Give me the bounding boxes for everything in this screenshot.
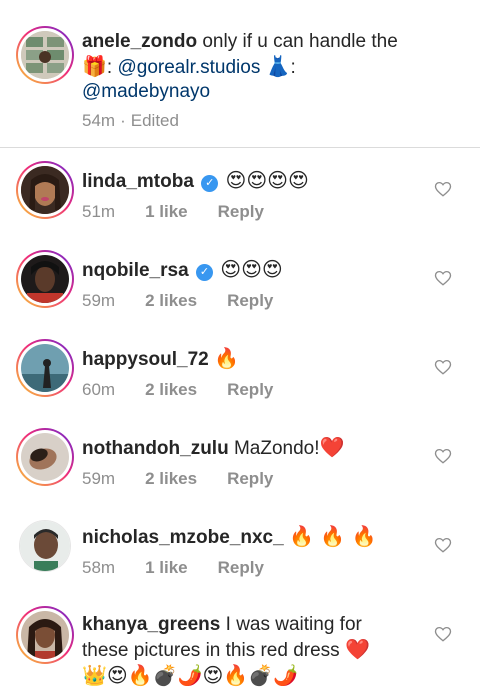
red-heart-icon: ❤️ [319,435,345,459]
avatar[interactable] [16,428,74,486]
caption-avatar[interactable] [16,26,74,84]
gift-icon: 🎁 [82,54,107,78]
heart-outline-icon[interactable] [434,625,452,643]
comment-text: linda_mtoba ✓ 😍😍😍😍 [82,168,412,194]
comment-time: 60m [82,380,116,399]
comment-meta: 51m 1 like Reply [82,202,294,222]
caption-text: anele_zondo only if u can handle the 🎁: … [82,30,412,104]
reply-button[interactable]: Reply [227,469,273,489]
comment-username[interactable]: happysoul_72 [82,349,209,370]
comment-text: nicholas_mzobe_nxc_ 🔥 🔥 🔥 [82,524,412,550]
comment-username[interactable]: nqobile_rsa [82,260,189,281]
dress-icon: 👗 [265,54,291,78]
caption-meta: 54m · Edited [82,111,179,131]
reply-button[interactable]: Reply [218,202,264,222]
fire-icon: 🔥 🔥 🔥 [288,524,377,548]
caption-time: 54m [82,111,116,130]
likes-count[interactable]: 2 likes [145,469,197,489]
comment-meta: 59m 2 likes Reply [82,291,303,311]
fire-icon: 🔥 [214,346,239,370]
edited-label: Edited [130,111,179,130]
verified-badge-icon: ✓ [195,264,213,281]
heart-outline-icon[interactable] [434,536,452,554]
reply-button[interactable]: Reply [227,380,273,400]
mention-madebynayo[interactable]: @madebynayo [82,81,210,102]
comment-text: khanya_greens I was waiting for these pi… [82,613,412,689]
comment-text: happysoul_72 🔥 [82,346,412,372]
red-heart-icon: ❤️ [344,637,370,661]
comment-body: 😍😍😍😍 [225,168,309,192]
emoji-line: 👑😍🔥💣🌶️😍🔥💣🌶️ [82,663,299,687]
heart-outline-icon[interactable] [434,447,452,465]
heart-outline-icon[interactable] [434,180,452,198]
post-caption: anele_zondo only if u can handle the 🎁: … [0,0,480,148]
likes-count[interactable]: 2 likes [145,380,197,400]
avatar[interactable] [19,520,71,572]
reply-button[interactable]: Reply [227,291,273,311]
comment-time: 58m [82,558,116,577]
comment-time: 51m [82,202,116,221]
comment-text: nothandoh_zulu MaZondo!❤️ [82,435,412,461]
heart-outline-icon[interactable] [434,358,452,376]
avatar[interactable] [16,606,74,664]
verified-badge-icon: ✓ [201,175,219,192]
comment-time: 59m [82,291,116,310]
comment-text: nqobile_rsa ✓ 😍😍😍 [82,257,412,283]
separator: · [120,111,126,130]
comment-username[interactable]: linda_mtoba [82,171,194,192]
comment-meta: 59m 2 likes Reply [82,469,303,489]
comment-meta: 60m 2 likes Reply [82,380,303,400]
likes-count[interactable]: 2 likes [145,291,197,311]
likes-count[interactable]: 1 like [145,558,188,578]
heart-outline-icon[interactable] [434,269,452,287]
avatar[interactable] [16,250,74,308]
avatar[interactable] [16,339,74,397]
comment-body: 😍😍😍 [220,257,283,281]
comment-username[interactable]: nothandoh_zulu [82,438,229,459]
comment-username[interactable]: khanya_greens [82,614,220,635]
divider [0,147,480,148]
reply-button[interactable]: Reply [218,558,264,578]
comment-username[interactable]: nicholas_mzobe_nxc_ [82,527,284,548]
likes-count[interactable]: 1 like [145,202,188,222]
comment-meta: 58m 1 like Reply [82,558,294,578]
caption-colon: : [106,57,113,78]
avatar[interactable] [16,161,74,219]
caption-body: only if u can handle the [202,31,398,52]
caption-username[interactable]: anele_zondo [82,31,197,52]
caption-colon: : [290,57,296,78]
comment-body: MaZondo! [233,438,320,459]
mention-gorealr[interactable]: @gorealr.studios [117,57,260,78]
comment-time: 59m [82,469,116,488]
